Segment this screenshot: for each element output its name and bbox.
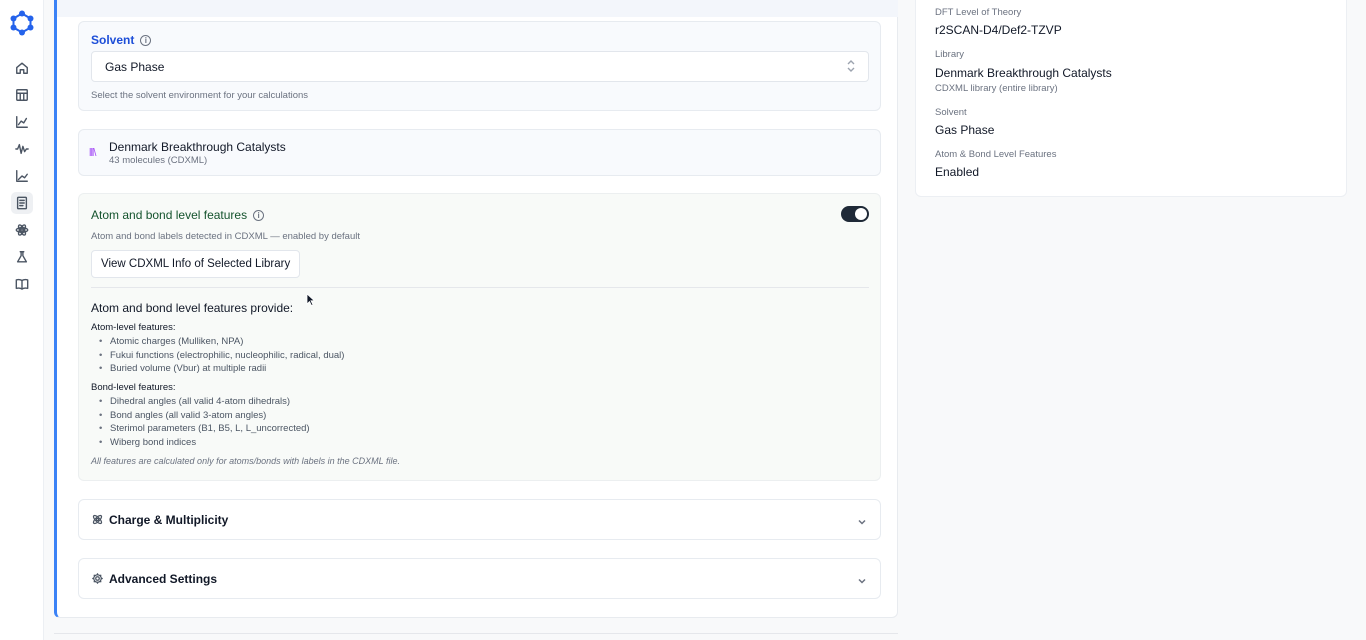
divider [54, 633, 898, 634]
features-value: Enabled [935, 165, 980, 179]
features-subtitle: Atom and bond labels detected in CDXML —… [91, 231, 360, 242]
dft-label: DFT Level of Theory [935, 7, 1022, 18]
book-icon[interactable] [11, 273, 33, 295]
list-item: Buried volume (Vbur) at multiple radii [99, 362, 344, 376]
solvent-helper-text: Select the solvent environment for your … [91, 90, 309, 101]
waveform-icon[interactable] [11, 138, 33, 160]
info-icon[interactable]: i [253, 209, 265, 221]
solvent-select[interactable]: Gas Phase [91, 51, 869, 82]
library-sub: CDXML library (entire library) [935, 83, 1058, 94]
features-toggle[interactable] [841, 206, 869, 222]
library-value: Denmark Breakthrough Catalysts [935, 66, 1112, 80]
flask-icon[interactable] [11, 246, 33, 268]
library-icon: lll\ [89, 147, 96, 159]
bond-feature-list: Dihedral angles (all valid 4-atom dihedr… [99, 395, 310, 449]
table-icon[interactable] [11, 84, 33, 106]
document-icon[interactable] [11, 192, 33, 214]
library-label: Library [935, 49, 965, 60]
solvent-title: Solvent [91, 33, 135, 47]
dft-value: r2SCAN-D4/Def2-TZVP [935, 23, 1062, 37]
list-item: Dihedral angles (all valid 4-atom dihedr… [99, 395, 310, 409]
chevron-up-down-icon [846, 59, 856, 73]
solvent-label: Solvent [935, 107, 967, 118]
library-card: lll\ Denmark Breakthrough Catalysts 43 m… [78, 129, 881, 176]
library-subtitle: 43 molecules (CDXML) [109, 155, 208, 166]
atom-icon [91, 513, 104, 526]
features-note: All features are calculated only for ato… [91, 456, 400, 466]
library-name: Denmark Breakthrough Catalysts [109, 140, 286, 154]
gear-icon [91, 572, 104, 585]
top-strip [57, 0, 898, 17]
advanced-settings-label: Advanced Settings [109, 572, 218, 586]
mouse-cursor-icon [306, 293, 316, 307]
features-card: Atom and bond level features i Atom and … [78, 193, 881, 481]
configuration-panel: Solvent i Gas Phase Select the solvent e… [54, 0, 898, 618]
features-provide-heading: Atom and bond level features provide: [91, 301, 294, 315]
list-item: Atomic charges (Mulliken, NPA) [99, 335, 344, 349]
features-title: Atom and bond level features [91, 208, 248, 222]
line-chart-icon[interactable] [11, 165, 33, 187]
chevron-down-icon [857, 514, 867, 525]
list-item: Bond angles (all valid 3-atom angles) [99, 409, 310, 423]
toggle-knob [855, 208, 867, 220]
home-icon[interactable] [11, 57, 33, 79]
charge-multiplicity-accordion[interactable]: Charge & Multiplicity [78, 499, 881, 540]
solvent-heading: Solvent i [91, 33, 152, 47]
info-icon[interactable]: i [140, 34, 152, 46]
features-label: Atom & Bond Level Features [935, 149, 1057, 160]
logo-icon[interactable] [9, 10, 35, 36]
solvent-value: Gas Phase [935, 123, 995, 137]
sidebar [0, 0, 44, 640]
advanced-settings-accordion[interactable]: Advanced Settings [78, 558, 881, 599]
view-cdxml-info-button[interactable]: View CDXML Info of Selected Library [91, 250, 301, 278]
features-heading: Atom and bond level features i [91, 208, 265, 222]
list-item: Wiberg bond indices [99, 436, 310, 450]
list-item: Fukui functions (electrophilic, nucleoph… [99, 349, 344, 363]
atom-icon[interactable] [11, 219, 33, 241]
solvent-selected-value: Gas Phase [105, 60, 165, 74]
summary-panel: DFT Level of Theory r2SCAN-D4/Def2-TZVP … [915, 0, 1347, 197]
divider [91, 287, 869, 288]
chart-icon[interactable] [11, 111, 33, 133]
solvent-card: Solvent i Gas Phase Select the solvent e… [78, 21, 881, 111]
chevron-down-icon [857, 573, 867, 584]
bond-level-heading: Bond-level features: [91, 382, 176, 393]
atom-feature-list: Atomic charges (Mulliken, NPA) Fukui fun… [99, 335, 344, 376]
atom-level-heading: Atom-level features: [91, 322, 176, 333]
list-item: Sterimol parameters (B1, B5, L, L_uncorr… [99, 422, 310, 436]
charge-multiplicity-label: Charge & Multiplicity [109, 513, 229, 527]
